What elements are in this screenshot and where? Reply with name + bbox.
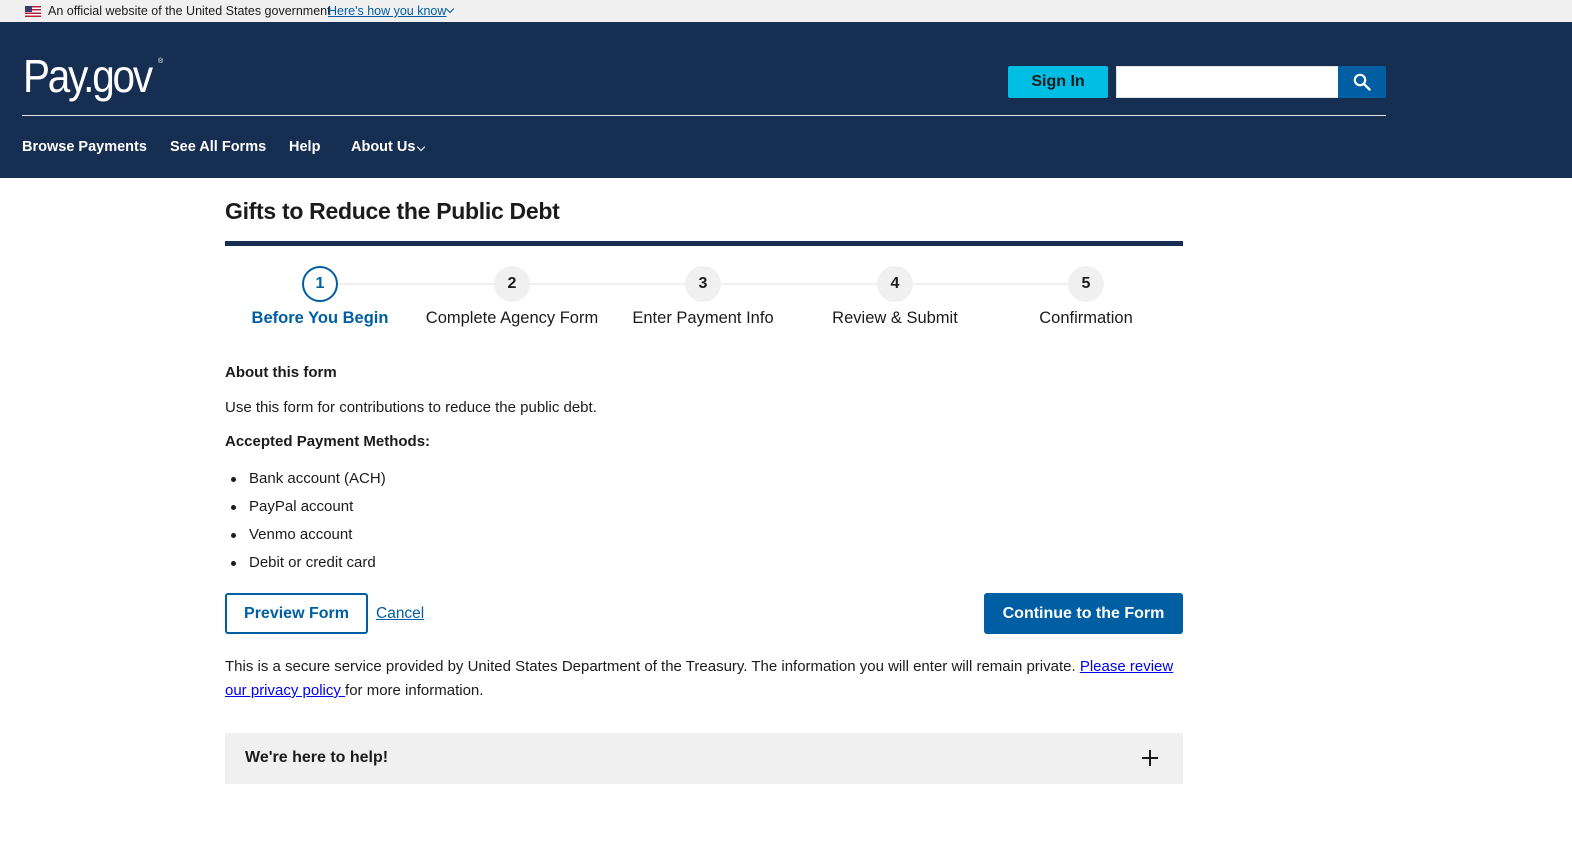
bullet-icon [231,561,236,566]
cancel-link[interactable]: Cancel [376,605,424,623]
header-divider [22,115,1386,116]
method-label: Venmo account [249,526,353,543]
step-3-circle: 3 [685,266,721,302]
bullet-icon [231,505,236,510]
gov-banner: An official website of the United States… [0,0,1572,22]
chevron-down-icon[interactable] [416,142,426,152]
nav-browse-payments[interactable]: Browse Payments [22,139,147,155]
heres-how-you-know-link[interactable]: Here's how you know [328,4,446,18]
step-3-label: Enter Payment Info [632,309,774,327]
step-connector [338,283,495,285]
step-1-label: Before You Begin [251,309,389,327]
bullet-icon [231,533,236,538]
preview-form-button[interactable]: Preview Form [225,593,368,634]
step-4-label: Review & Submit [832,309,958,327]
gov-banner-text: An official website of the United States… [48,4,331,18]
search-input[interactable] [1116,66,1339,98]
step-4-circle: 4 [877,266,913,302]
continue-to-form-button[interactable]: Continue to the Form [984,593,1183,634]
about-heading: About this form [225,364,337,381]
about-text: Use this form for contributions to reduc… [225,399,597,416]
step-connector [530,283,686,285]
help-accordion[interactable]: We're here to help! [225,733,1183,784]
secure-text: This is a secure service provided by Uni… [225,658,1080,675]
sign-in-button[interactable]: Sign In [1008,66,1108,98]
step-2-circle: 2 [494,266,530,302]
search-button[interactable] [1338,66,1386,98]
chevron-down-icon[interactable] [445,4,455,14]
method-label: Bank account (ACH) [249,470,386,487]
plus-icon[interactable] [1142,750,1158,766]
step-5-label: Confirmation [1039,309,1133,327]
bullet-icon [231,477,236,482]
help-accordion-title: We're here to help! [245,749,389,766]
payment-methods-heading: Accepted Payment Methods: [225,433,431,450]
step-connector [913,283,1069,285]
nav-see-all-forms[interactable]: See All Forms [170,139,266,155]
nav-about-us[interactable]: About Us [351,139,415,155]
registered-mark: ® [158,58,164,65]
step-1-circle: 1 [302,266,338,302]
paygov-logo[interactable]: Pay.gov [23,48,153,104]
step-5-circle: 5 [1068,266,1104,302]
method-label: Debit or credit card [249,554,376,571]
nav-help[interactable]: Help [289,139,320,155]
secure-service-notice: This is a secure service provided by Uni… [225,655,1183,703]
step-connector [721,283,877,285]
search-icon [1353,73,1371,91]
secure-tail-text: for more information. [345,682,484,699]
step-2-label: Complete Agency Form [425,309,599,327]
title-divider [225,241,1183,246]
site-header: Pay.gov ® Sign In Browse Payments See Al… [0,22,1572,178]
us-flag-icon [25,6,41,17]
method-label: PayPal account [249,498,354,515]
page-title: Gifts to Reduce the Public Debt [225,198,560,224]
